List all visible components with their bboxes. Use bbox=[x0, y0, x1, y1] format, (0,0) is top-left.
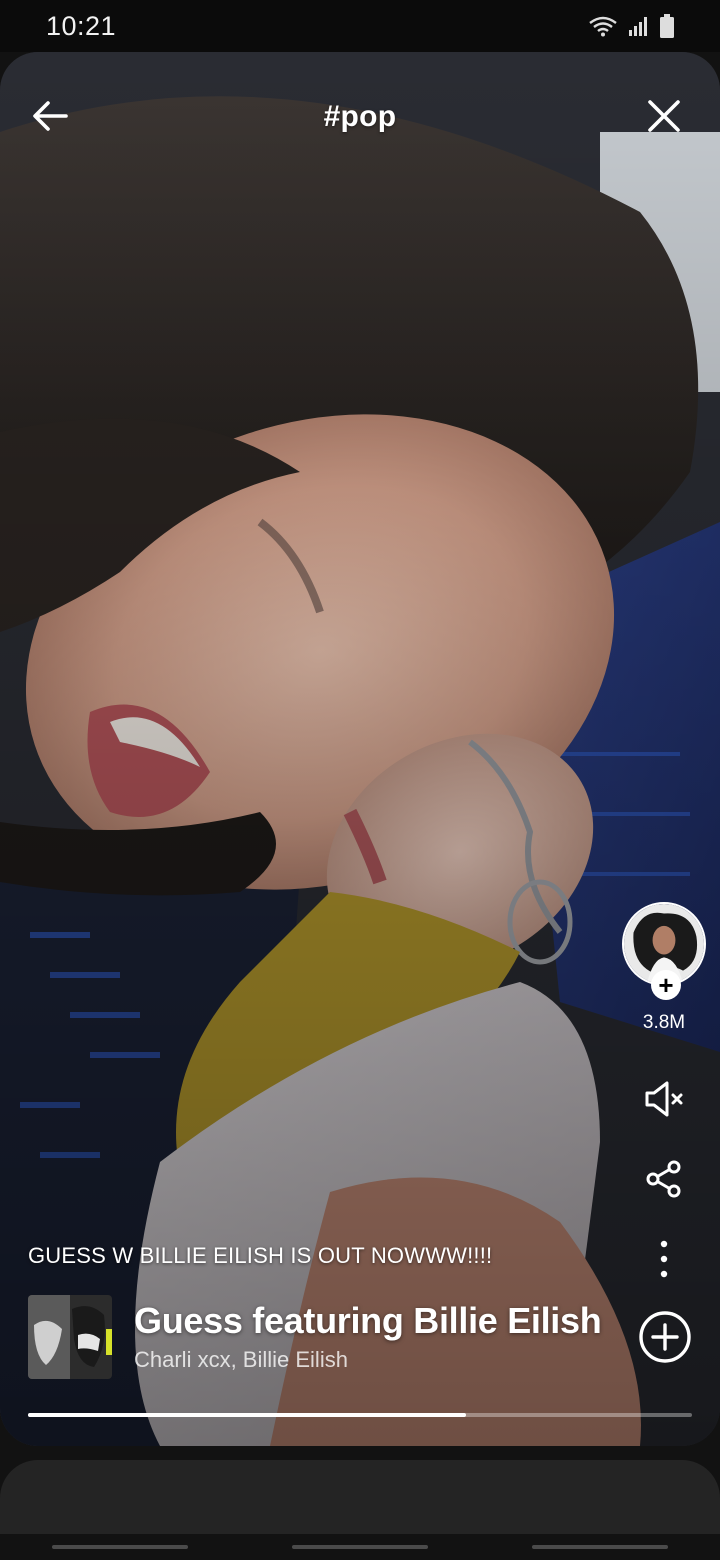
video-caption: GUESS W BILLIE EILISH IS OUT NOWWW!!!! bbox=[28, 1243, 493, 1268]
system-nav-bar bbox=[0, 1534, 720, 1560]
status-time: 10:21 bbox=[46, 10, 117, 41]
share-button[interactable] bbox=[639, 1154, 689, 1204]
playback-progress-fill bbox=[28, 1413, 467, 1417]
more-options-button[interactable] bbox=[639, 1234, 689, 1284]
mute-button[interactable] bbox=[639, 1074, 689, 1124]
track-title[interactable]: Guess featuring Billie Eilish bbox=[134, 1301, 638, 1341]
battery-icon bbox=[660, 14, 674, 38]
album-art bbox=[28, 1295, 112, 1379]
track-artists[interactable]: Charli xcx, Billie Eilish bbox=[134, 1347, 638, 1373]
video-frame[interactable] bbox=[0, 52, 720, 1446]
status-bar: 10:21 bbox=[0, 0, 720, 52]
wifi-icon bbox=[589, 16, 617, 37]
nav-handle[interactable] bbox=[292, 1545, 428, 1549]
creator-avatar[interactable]: + bbox=[622, 902, 706, 1000]
top-bar: #pop bbox=[0, 52, 720, 182]
plus-circle-icon[interactable] bbox=[638, 1310, 692, 1364]
page-title: #pop bbox=[323, 100, 397, 133]
share-icon bbox=[646, 1160, 681, 1198]
follower-count: 3.8M bbox=[642, 1012, 686, 1033]
more-vertical-icon bbox=[660, 1240, 668, 1278]
action-rail: + 3.8M bbox=[620, 902, 708, 1284]
track-row[interactable]: Guess featuring Billie Eilish Charli xcx… bbox=[28, 1295, 698, 1379]
signal-icon bbox=[629, 17, 647, 36]
playback-progress-bar[interactable] bbox=[28, 1413, 692, 1417]
video-card[interactable]: #pop + 3.8M GUESS W BILLIE EILISH IS OUT… bbox=[0, 52, 720, 1446]
status-icons bbox=[588, 14, 674, 38]
speaker-muted-icon bbox=[645, 1081, 683, 1117]
nav-handle[interactable] bbox=[52, 1545, 188, 1549]
follow-button[interactable]: + bbox=[651, 970, 681, 1000]
nav-handle[interactable] bbox=[532, 1545, 668, 1549]
album-cover[interactable] bbox=[28, 1295, 112, 1379]
track-info[interactable]: Guess featuring Billie Eilish Charli xcx… bbox=[134, 1301, 638, 1373]
close-icon[interactable] bbox=[644, 96, 684, 136]
